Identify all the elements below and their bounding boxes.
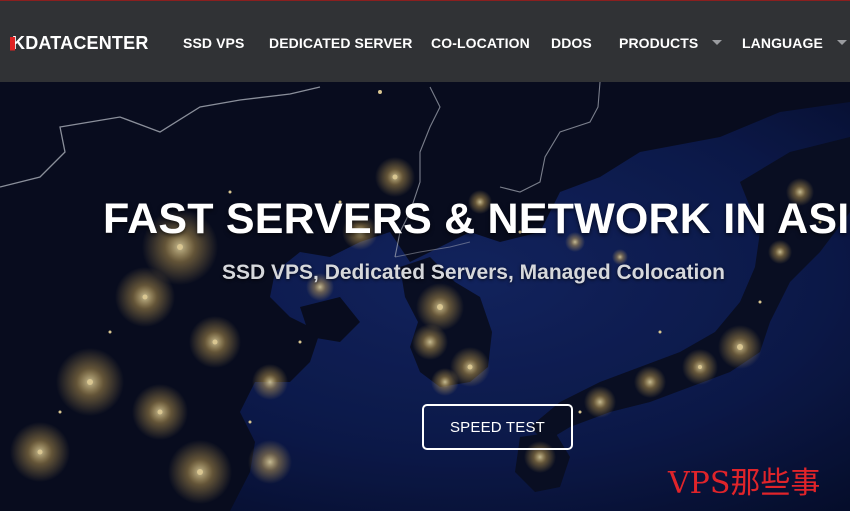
hero-subtitle: SSD VPS, Dedicated Servers, Managed Colo… <box>222 261 725 284</box>
brand-name: KDATACENTER <box>12 33 149 53</box>
nav-item-co-location[interactable]: CO-LOCATION <box>431 35 530 51</box>
speed-test-button[interactable]: SPEED TEST <box>422 404 573 450</box>
nav-item-label: DEDICATED SERVER <box>269 35 413 51</box>
nav-item-label: SSD VPS <box>183 35 245 51</box>
chevron-down-icon <box>712 39 723 45</box>
nav-item-label: PRODUCTS <box>619 35 699 51</box>
nav-item-label: CO-LOCATION <box>431 35 530 51</box>
nav-item-label: LANGUAGE <box>742 35 823 51</box>
chevron-down-icon <box>836 39 847 45</box>
nav-item-dedicated-server[interactable]: DEDICATED SERVER <box>269 35 412 51</box>
nav-item-products[interactable]: PRODUCTS <box>619 35 723 51</box>
nav-item-label: DDOS <box>551 35 592 51</box>
nav-item-ssd-vps[interactable]: SSD VPS <box>183 35 244 51</box>
logo-mark-icon <box>10 36 15 51</box>
top-navbar: KDATACENTER SSD VPS DEDICATED SERVER CO-… <box>0 0 850 82</box>
watermark: VPS那些事 <box>668 466 821 501</box>
page: KDATACENTER SSD VPS DEDICATED SERVER CO-… <box>0 0 850 511</box>
brand-logo[interactable]: KDATACENTER <box>10 33 149 54</box>
nav-item-language[interactable]: LANGUAGE <box>742 35 847 51</box>
hero-title: FAST SERVERS & NETWORK IN ASIA <box>103 195 850 243</box>
nav-item-ddos[interactable]: DDOS <box>551 35 592 51</box>
hero-banner: FAST SERVERS & NETWORK IN ASIA SSD VPS, … <box>0 82 850 511</box>
